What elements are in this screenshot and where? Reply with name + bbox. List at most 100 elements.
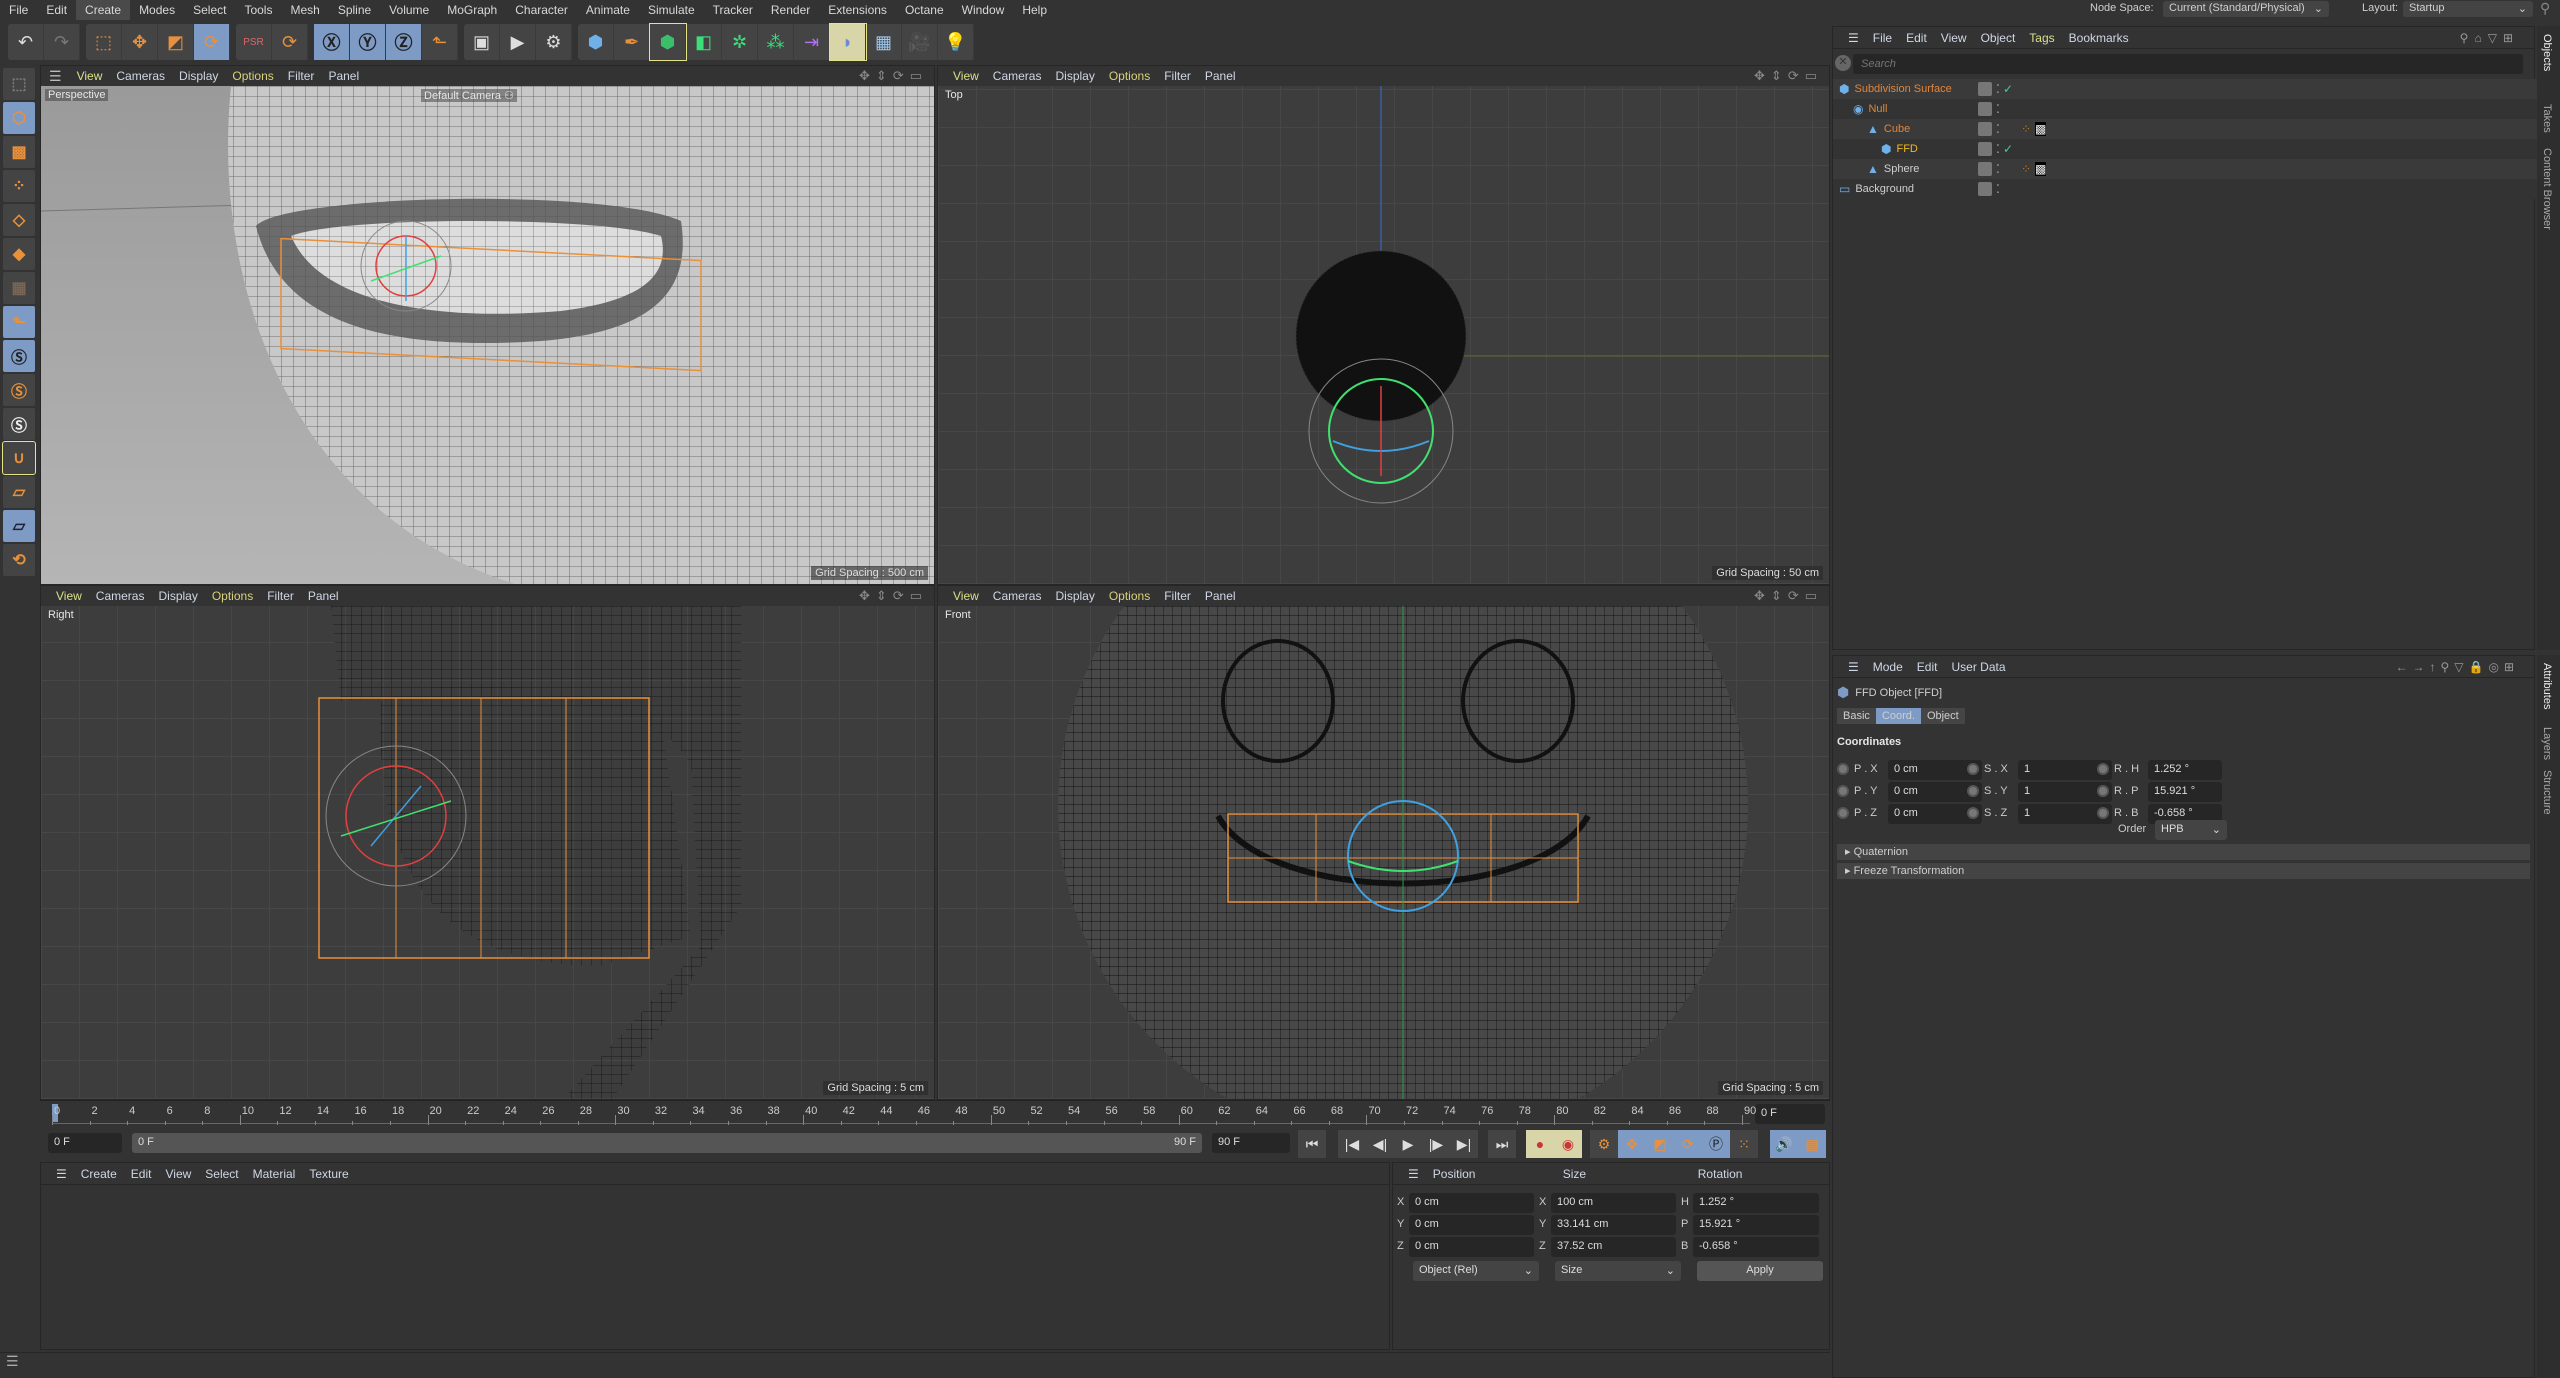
freeze-transformation-group[interactable]: ▸ Freeze Transformation — [1837, 863, 2530, 879]
menu-simulate[interactable]: Simulate — [639, 0, 704, 20]
viewport-menu-view[interactable]: View — [946, 69, 986, 83]
animate-toggle-icon[interactable] — [2097, 807, 2109, 819]
material-menu-material[interactable]: Material — [246, 1167, 303, 1181]
viewport-menu-options[interactable]: Options — [205, 589, 260, 603]
viewport-menu-options[interactable]: Options — [1102, 69, 1157, 83]
solo-single-icon[interactable]: Ⓢ — [3, 374, 35, 406]
viewport-canvas[interactable]: Front Grid Spacing : 5 cm — [938, 606, 1829, 1099]
quaternion-group[interactable]: ▸ Quaternion — [1837, 844, 2530, 860]
visibility-dots-icon[interactable]: ⁚ — [1996, 182, 2000, 196]
size-z-field[interactable]: 37.52 cm — [1551, 1237, 1676, 1257]
y-axis-icon[interactable]: Ⓨ — [350, 24, 386, 60]
viewport-menu-panel[interactable]: Panel — [1198, 69, 1243, 83]
viewport-canvas[interactable]: Right Grid Spacing : 5 cm — [41, 606, 934, 1099]
menu-file[interactable]: File — [0, 0, 37, 20]
menu-mesh[interactable]: Mesh — [281, 0, 328, 20]
menu-mograph[interactable]: MoGraph — [438, 0, 506, 20]
autokeying-icon[interactable]: ◉ — [1554, 1130, 1582, 1158]
pen-icon[interactable]: ✒ — [614, 24, 650, 60]
texture-mode-icon[interactable]: ▩ — [3, 136, 35, 168]
solo-off-icon[interactable]: Ⓢ — [3, 340, 35, 372]
object-menu-tags[interactable]: Tags — [2022, 31, 2061, 45]
model-mode-icon[interactable]: ⬡ — [3, 102, 35, 134]
material-menu-edit[interactable]: Edit — [124, 1167, 159, 1181]
hamburger-icon[interactable]: ☰ — [1841, 660, 1866, 674]
cloner-icon[interactable]: ✲ — [722, 24, 758, 60]
material-menu-view[interactable]: View — [158, 1167, 198, 1181]
viewport-front[interactable]: View Cameras Display Options Filter Panel ✥⇕⟳… — [937, 585, 1830, 1100]
workplane-icon[interactable]: ▱ — [3, 476, 35, 508]
enabled-check-icon[interactable]: ✓ — [2003, 142, 2013, 156]
viewport-top[interactable]: View Cameras Display Options Filter Panel ✥⇕⟳… — [937, 65, 1830, 585]
key-rotation-icon[interactable]: ⟳ — [1674, 1130, 1702, 1158]
apply-button[interactable]: Apply — [1697, 1261, 1823, 1281]
end-frame-field[interactable]: 90 F — [1212, 1133, 1290, 1153]
record-active-objects-icon[interactable]: ● — [1526, 1130, 1554, 1158]
layer-toggle-icon[interactable] — [1978, 142, 1992, 156]
menu-help[interactable]: Help — [1013, 0, 1056, 20]
hamburger-icon[interactable]: ☰ — [1841, 31, 1866, 45]
object-row-subdivision-surface[interactable]: ⬢ Subdivision Surface ⁚ ✓ — [1833, 79, 2538, 99]
go-to-start-icon[interactable]: ⏮ — [1298, 1130, 1326, 1158]
animate-toggle-icon[interactable] — [1837, 807, 1849, 819]
timeline-ruler[interactable]: 0 F 0 2 4 6 8 10 12 14 16 18 20 22 24 26 28 30 32 34 36 38 4… — [40, 1100, 1830, 1128]
viewport-menu-view[interactable]: View — [49, 589, 89, 603]
subdivision-surface-icon[interactable]: ⬢ — [649, 23, 687, 61]
go-to-end-icon[interactable]: ⏭ — [1488, 1130, 1516, 1158]
object-menu-edit[interactable]: Edit — [1899, 31, 1934, 45]
key-position-icon[interactable]: ✥ — [1618, 1130, 1646, 1158]
clear-search-icon[interactable]: ✕ — [1835, 55, 1851, 71]
film-icon[interactable]: ▤ — [1798, 1130, 1826, 1158]
object-menu-bookmarks[interactable]: Bookmarks — [2062, 31, 2136, 45]
r-p-field[interactable]: 15.921 ° — [2148, 782, 2222, 802]
attribute-menu-mode[interactable]: Mode — [1866, 660, 1910, 674]
key-parameter-icon[interactable]: Ⓟ — [1702, 1130, 1730, 1158]
hamburger-icon[interactable]: ☰ — [49, 1167, 74, 1181]
render-picture-viewer-icon[interactable]: ▶ — [500, 24, 536, 60]
viewport-menu-panel[interactable]: Panel — [1198, 589, 1243, 603]
key-pla-icon[interactable]: ⁙ — [1730, 1130, 1758, 1158]
object-manager-tool-icons[interactable]: ⚲⌂▽⊞ — [2453, 31, 2526, 45]
layer-toggle-icon[interactable] — [1978, 122, 1992, 136]
uv-mode-icon[interactable]: ▦ — [3, 272, 35, 304]
layer-toggle-icon[interactable] — [1978, 162, 1992, 176]
attribute-tab-basic[interactable]: Basic — [1837, 708, 1876, 724]
menu-select[interactable]: Select — [184, 0, 235, 20]
visibility-dots-icon[interactable]: ⁚ — [1996, 82, 2000, 96]
menu-render[interactable]: Render — [762, 0, 819, 20]
previous-frame-icon[interactable]: ◀| — [1366, 1130, 1394, 1158]
animate-toggle-icon[interactable] — [1837, 785, 1849, 797]
cube-icon[interactable]: ⬢ — [578, 24, 614, 60]
viewport-menu-panel[interactable]: Panel — [301, 589, 346, 603]
menu-spline[interactable]: Spline — [329, 0, 380, 20]
hamburger-icon[interactable]: ☰ — [49, 68, 62, 85]
viewport-nav-icons[interactable]: ✥⇕⟳▭ — [1754, 68, 1823, 84]
hamburger-icon[interactable]: ☰ — [6, 1353, 19, 1369]
start-frame-field[interactable]: 0 F — [48, 1133, 122, 1153]
animate-toggle-icon[interactable] — [1967, 807, 1979, 819]
viewport-menu-display[interactable]: Display — [172, 69, 225, 83]
menu-edit[interactable]: Edit — [37, 0, 76, 20]
viewport-menu-cameras[interactable]: Cameras — [109, 69, 172, 83]
viewport-menu-display[interactable]: Display — [151, 589, 204, 603]
animate-toggle-icon[interactable] — [1837, 763, 1849, 775]
render-view-icon[interactable]: ▣ — [464, 24, 500, 60]
viewport-menu-filter[interactable]: Filter — [1157, 589, 1198, 603]
rotation-b-field[interactable]: -0.658 ° — [1693, 1237, 1819, 1257]
viewport-menu-panel[interactable]: Panel — [321, 69, 366, 83]
phong-tag-icon[interactable]: ⁘ — [2021, 122, 2031, 136]
viewport-menu-options[interactable]: Options — [225, 69, 280, 83]
animate-toggle-icon[interactable] — [2097, 785, 2109, 797]
material-menu-texture[interactable]: Texture — [302, 1167, 355, 1181]
search-icon[interactable]: ⚲ — [2540, 0, 2550, 17]
animate-toggle-icon[interactable] — [1967, 785, 1979, 797]
menu-tools[interactable]: Tools — [235, 0, 281, 20]
menu-character[interactable]: Character — [506, 0, 577, 20]
live-selection-icon[interactable]: ⬚ — [86, 24, 122, 60]
layer-toggle-icon[interactable] — [1978, 182, 1992, 196]
viewport-nav-icons[interactable]: ✥⇕⟳▭ — [859, 588, 928, 604]
locked-workplane-icon[interactable]: ▱ — [3, 510, 35, 542]
coordinate-system-icon[interactable]: ⬑ — [422, 24, 458, 60]
material-tag-icon[interactable]: ▩ — [2035, 122, 2047, 136]
object-search-input[interactable] — [1853, 54, 2523, 74]
